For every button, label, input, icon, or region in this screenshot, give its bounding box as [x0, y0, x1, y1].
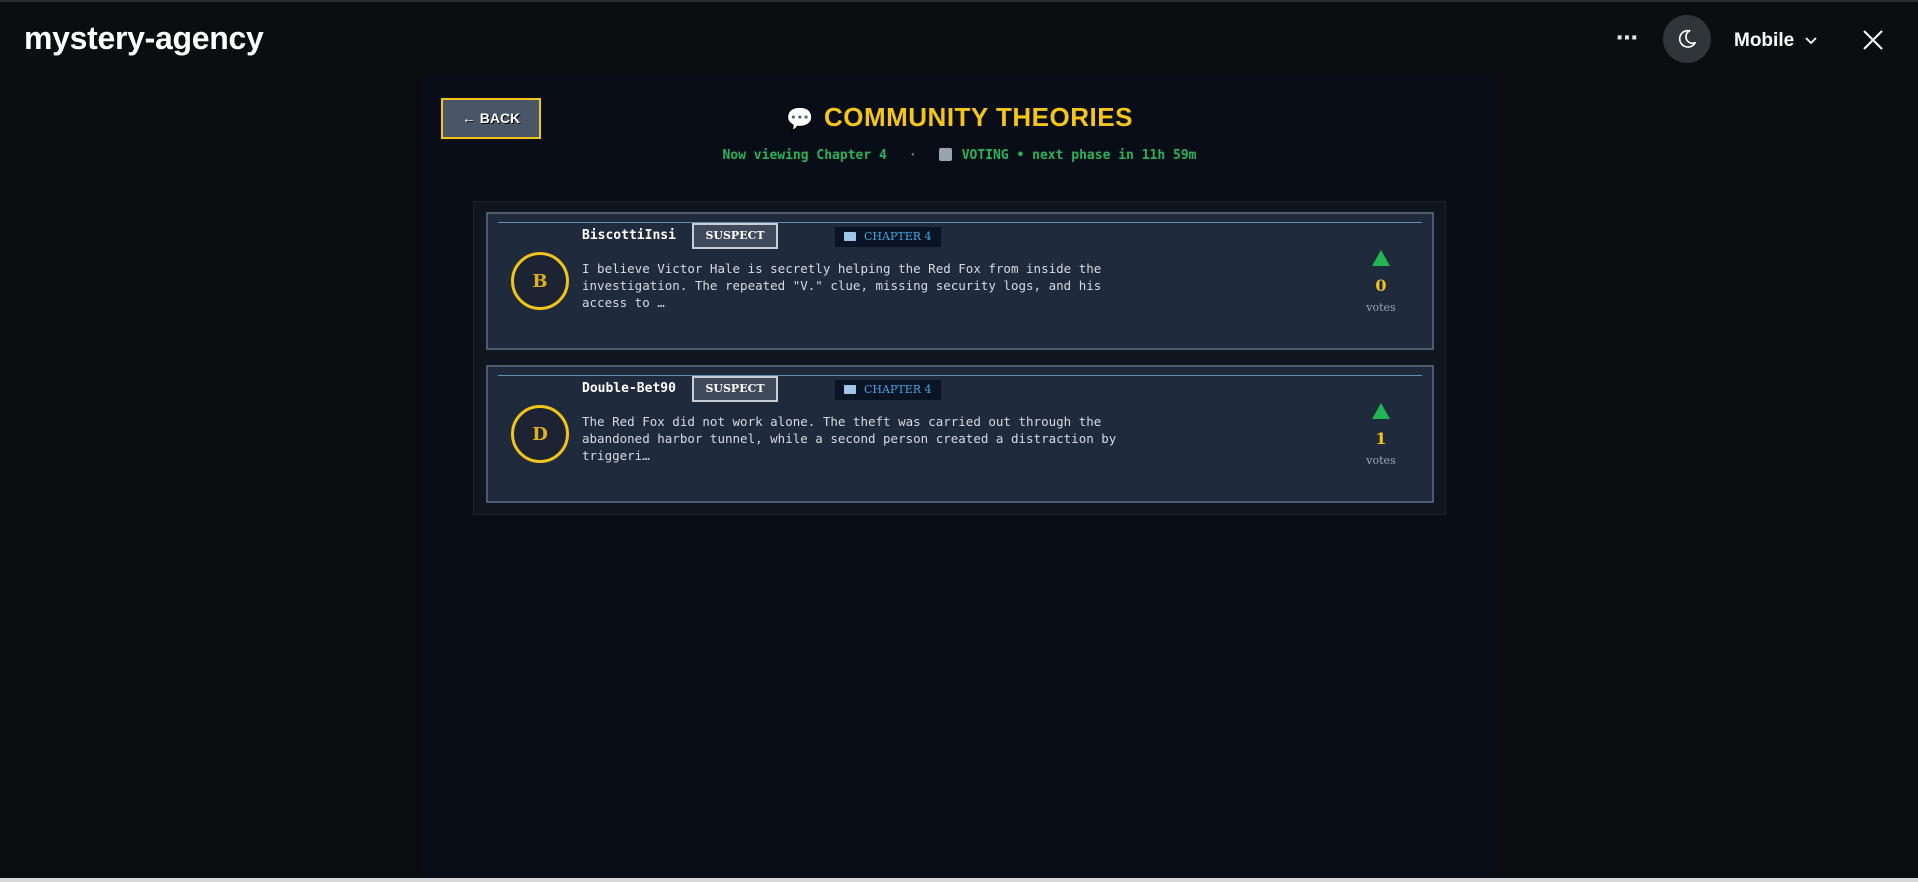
avatar: B — [511, 252, 569, 310]
clipboard-icon — [938, 148, 952, 161]
phase-status: Now viewing Chapter 4 · VOTING • next phas… — [421, 148, 1498, 163]
theory-author[interactable]: BiscottiInsi — [582, 228, 692, 243]
theory-card[interactable]: B BiscottiInsi SUSPECT CHAPTER 4 I belie… — [486, 212, 1434, 350]
vote-count-label: votes — [1366, 301, 1396, 314]
theory-text: I believe Victor Hale is secretly helpin… — [582, 261, 1102, 310]
upvote-arrow-icon[interactable] — [1372, 250, 1390, 266]
theory-author[interactable]: Double-Bet90 — [582, 381, 692, 396]
app-header: mystery-agency ⋯ Mobile — [0, 0, 1918, 74]
status-separator: · — [908, 148, 917, 163]
moon-icon — [1678, 29, 1697, 48]
chapter-badge-label: CHAPTER 4 — [864, 230, 932, 243]
book-icon — [844, 232, 856, 241]
close-icon — [1863, 30, 1883, 50]
suspect-badge: SUSPECT — [692, 223, 778, 249]
page-title: 💬 COMMUNITY THEORIES — [421, 102, 1498, 133]
close-button[interactable] — [1855, 22, 1891, 58]
upvote-arrow-icon[interactable] — [1372, 403, 1390, 419]
vote-count: 0 — [1375, 276, 1387, 295]
voting-status: VOTING • next phase in 11h 59m — [961, 148, 1197, 163]
window-bottom-edge — [0, 878, 1918, 882]
theme-toggle-button[interactable] — [1663, 15, 1711, 63]
chapter-badge-label: CHAPTER 4 — [864, 383, 932, 396]
device-select[interactable]: Mobile — [1734, 24, 1818, 58]
more-options-button[interactable]: ⋯ — [1606, 24, 1648, 58]
card-divider — [498, 375, 1422, 376]
card-divider — [498, 222, 1422, 223]
suspect-badge: SUSPECT — [692, 376, 778, 402]
avatar: D — [511, 405, 569, 463]
vote-widget: 0 votes — [1356, 250, 1406, 314]
chapter-status: Now viewing Chapter 4 — [722, 148, 887, 163]
theory-list: B BiscottiInsi SUSPECT CHAPTER 4 I belie… — [473, 201, 1446, 515]
vote-count: 1 — [1375, 429, 1387, 448]
app-title: mystery-agency — [24, 20, 264, 56]
vote-widget: 1 votes — [1356, 403, 1406, 467]
chapter-badge: CHAPTER 4 — [835, 380, 941, 400]
page-title-text: COMMUNITY THEORIES — [823, 102, 1133, 132]
theory-card[interactable]: D Double-Bet90 SUSPECT CHAPTER 4 The Red… — [486, 365, 1434, 503]
mobile-preview-frame: ← BACK 💬 COMMUNITY THEORIES Now viewing C… — [421, 74, 1498, 882]
book-icon — [844, 385, 856, 394]
speech-bubble-icon: 💬 — [786, 106, 814, 131]
chevron-down-icon — [1805, 37, 1817, 45]
device-select-label: Mobile — [1734, 30, 1795, 51]
chapter-badge: CHAPTER 4 — [835, 227, 941, 247]
vote-count-label: votes — [1366, 454, 1396, 467]
theory-text: The Red Fox did not work alone. The thef… — [582, 414, 1117, 463]
